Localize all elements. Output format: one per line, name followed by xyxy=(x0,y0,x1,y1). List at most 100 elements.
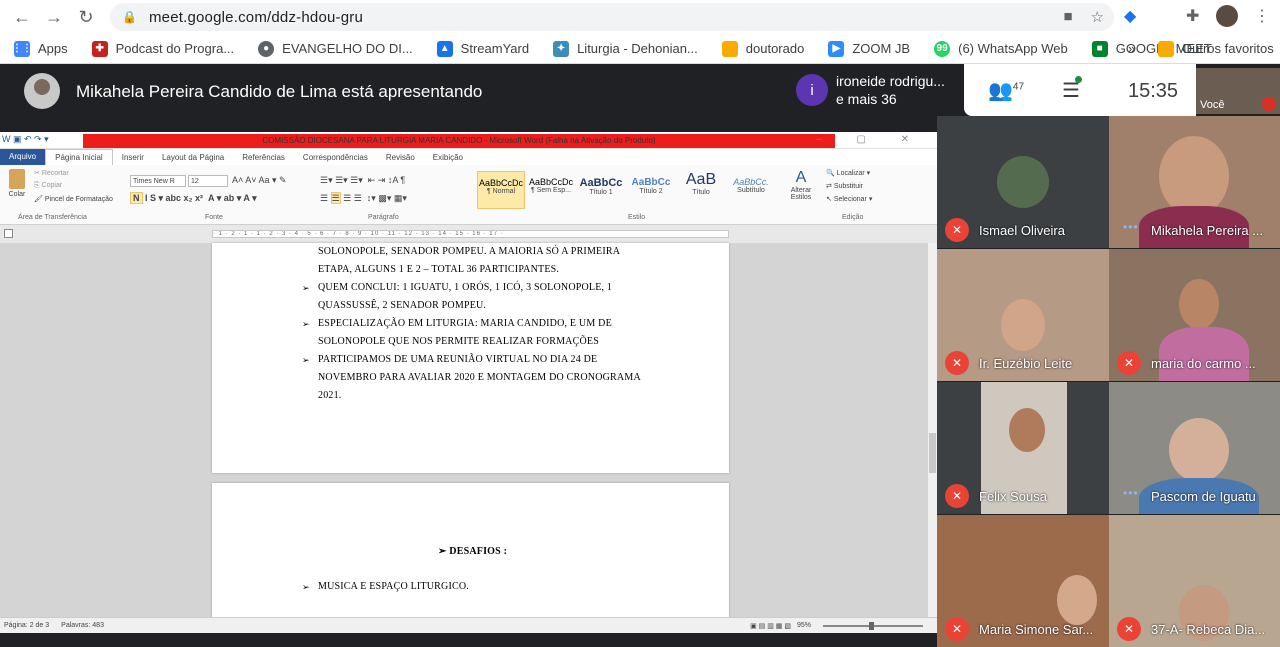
tab-exibicao[interactable]: Exibição xyxy=(424,153,472,162)
word-title-bar: W ▣ ↶ ↷ ▾ COMISSÃO DIOCESANA PARA LITURG… xyxy=(0,132,937,149)
liturgia-icon: ✦ xyxy=(553,40,570,57)
tab-pagina-inicial[interactable]: Página Inicial xyxy=(45,149,113,165)
style-titulo-2[interactable]: AaBbCc Título 2 xyxy=(627,171,675,209)
ruler[interactable]: · 1 · 2 · 1 · 1 · 2 · 3 · 4 · 5 · 6 · 7 … xyxy=(0,225,937,243)
style-sem-espacamento[interactable]: AaBbCcDc ¶ Sem Esp... xyxy=(527,171,575,209)
tab-selector[interactable] xyxy=(4,229,13,238)
mic-off-icon: ✕ xyxy=(945,484,969,508)
bookmark-liturgia[interactable]: ✦ Liturgia - Dehonian... xyxy=(553,40,698,57)
self-view-tile[interactable]: Você xyxy=(1196,68,1280,114)
scroll-thumb[interactable] xyxy=(929,433,936,473)
style-subtitulo[interactable]: AaBbCc. Subtítulo xyxy=(727,171,775,209)
browser-toolbar: ← → ↻ 🔒 meet.google.com/ddz-hdou-gru ■ ☆… xyxy=(0,0,1280,34)
zoom-icon: ▶ xyxy=(828,40,845,57)
mic-off-icon: ✕ xyxy=(945,617,969,641)
zoom-level[interactable]: 95% xyxy=(797,622,811,629)
clock: 15:35 xyxy=(1128,80,1179,102)
list-buttons[interactable]: ☰▾ ☰▾ ☰▾ ⇤ ⇥ ↕A ¶ xyxy=(320,175,405,186)
bookmarks-more-button[interactable]: » xyxy=(1128,41,1135,56)
bullet-arrow-icon: ➢ xyxy=(438,546,447,557)
chat-button[interactable]: ☰ xyxy=(1062,76,1082,103)
doc-line: QUASSUSSÊ, 2 SENADOR POMPEU. xyxy=(318,300,487,311)
address-bar[interactable]: 🔒 meet.google.com/ddz-hdou-gru ■ ☆ xyxy=(110,3,1114,31)
paste-button[interactable]: Colar xyxy=(6,169,28,198)
document-scrollbar[interactable] xyxy=(928,243,937,617)
bookmark-doutorado[interactable]: doutorado xyxy=(721,40,804,57)
align-buttons[interactable]: ☰ ☰ ☰ ☰ ↕▾ ▩▾ ▦▾ xyxy=(320,192,407,204)
extension-icon[interactable]: ◆ xyxy=(1124,6,1136,26)
mic-off-icon: ✕ xyxy=(1117,351,1141,375)
font-name-select[interactable]: Times New R xyxy=(130,175,186,187)
participant-tile[interactable]: ✕ Ismael Oliveira xyxy=(937,116,1109,248)
apps-grid-icon: ⋮⋮ xyxy=(12,40,32,57)
camera-icon[interactable]: ■ xyxy=(1063,8,1072,26)
word-count[interactable]: Palavras: 483 xyxy=(61,622,104,629)
cut-button[interactable]: ✂ Recortar xyxy=(34,169,69,177)
find-button[interactable]: 🔍 Localizar ▾ xyxy=(826,169,870,177)
back-arrow-icon[interactable]: ← xyxy=(6,0,38,34)
tab-arquivo[interactable]: Arquivo xyxy=(0,149,46,165)
styles-a-icon: A xyxy=(795,169,807,186)
tab-revisao[interactable]: Revisão xyxy=(377,153,424,162)
people-icon: 👥 xyxy=(988,80,1013,102)
participant-tile[interactable]: ✕ Felix Sousa xyxy=(937,382,1109,514)
window-buttons[interactable]: – ▢ ✕ xyxy=(816,134,925,145)
bookmark-podcast[interactable]: ✚ Podcast do Progra... xyxy=(91,40,234,57)
document-page-1[interactable]: SOLONOPOLE, SENADOR POMPEU. A MAIORIA SÓ… xyxy=(212,243,729,473)
bullet-arrow-icon: ➢ xyxy=(302,319,310,329)
font-format-buttons[interactable]: N I S ▾ abc x₂ x² A ▾ ab ▾ A ▾ xyxy=(130,192,257,204)
page-count[interactable]: Página: 2 de 3 xyxy=(4,622,49,629)
chat-icon: ☰ xyxy=(1062,80,1080,102)
style-normal[interactable]: AaBbCcDc ¶ Normal xyxy=(477,171,525,209)
bookmark-other-favorites[interactable]: Outros favoritos xyxy=(1158,40,1274,57)
tab-correspondencias[interactable]: Correspondências xyxy=(294,153,377,162)
doc-line: MUSICA E ESPAÇO LITURGICO. xyxy=(318,581,469,592)
people-button[interactable]: 👥47 xyxy=(988,78,1024,103)
puzzle-icon[interactable]: ✚ xyxy=(1186,6,1199,26)
participant-tile[interactable]: ••• Mikahela Pereira ... xyxy=(1109,116,1280,248)
replace-button[interactable]: ⇄ Substituir xyxy=(826,182,863,190)
globe-icon: ● xyxy=(258,40,275,57)
format-painter-button[interactable]: 🖌 Pincel de Formatação xyxy=(34,195,113,203)
ruler-scale: · 1 · 2 · 1 · 1 · 2 · 3 · 4 · 5 · 6 · 7 … xyxy=(212,230,729,238)
tab-referencias[interactable]: Referências xyxy=(233,153,294,162)
kebab-menu-icon[interactable]: ⋮ xyxy=(1254,6,1270,26)
participant-tile[interactable]: ••• Pascom de Iguatu xyxy=(1109,382,1280,514)
document-page-2[interactable]: ➢ DESAFIOS : ➢ MUSICA E ESPAÇO LITURGICO… xyxy=(212,483,729,623)
clipboard-group-label: Área de Transferência xyxy=(18,214,87,221)
view-buttons[interactable]: ▣ ▤ ▥ ▦ ▧ xyxy=(750,622,791,630)
ribbon-home: Colar ✂ Recortar ⎘ Copiar 🖌 Pincel de Fo… xyxy=(0,165,937,225)
doc-line: SOLONOPOLE, SENADOR POMPEU. A MAIORIA SÓ… xyxy=(318,246,621,257)
tab-inserir[interactable]: Inserir xyxy=(113,153,153,162)
font-size-select[interactable]: 12 xyxy=(188,175,228,187)
bookmark-evangelho[interactable]: ● EVANGELHO DO DI... xyxy=(258,40,413,57)
zoom-slider[interactable] xyxy=(823,621,923,630)
style-titulo[interactable]: AaB Título xyxy=(677,171,725,209)
bookmark-zoom[interactable]: ▶ ZOOM JB xyxy=(828,40,910,57)
bookmark-apps[interactable]: ⋮⋮ Apps xyxy=(12,40,68,57)
presenter-text: Mikahela Pereira Candido de Lima está ap… xyxy=(76,82,483,101)
tab-layout[interactable]: Layout da Página xyxy=(153,153,233,162)
copy-button[interactable]: ⎘ Copiar xyxy=(34,182,62,190)
forward-arrow-icon[interactable]: → xyxy=(38,0,70,34)
participant-tile[interactable]: ✕ 37-A- Rebeca Dia... xyxy=(1109,515,1280,647)
doc-line: PARTICIPAMOS DE UMA REUNIÃO VIRTUAL NO D… xyxy=(318,354,598,365)
font-grow-shrink[interactable]: A˄ A˅ Aa ▾ ✎ xyxy=(232,175,287,186)
participant-tile[interactable]: ✕ maria do carmo ... xyxy=(1109,249,1280,381)
join-notification[interactable]: i ironeide rodrigu... e mais 36 xyxy=(786,64,964,116)
reload-icon[interactable]: ↻ xyxy=(70,0,102,34)
participant-tile[interactable]: ✕ Ir. Euzébio Leite xyxy=(937,249,1109,381)
participant-grid: ✕ Ismael Oliveira ••• Mikahela Pereira .… xyxy=(937,116,1280,647)
quick-access-toolbar[interactable]: W ▣ ↶ ↷ ▾ xyxy=(2,134,49,145)
lock-icon: 🔒 xyxy=(122,10,137,24)
change-styles-button[interactable]: A Alterar Estilos xyxy=(786,169,816,201)
bookmark-whatsapp[interactable]: 99 (6) WhatsApp Web xyxy=(934,40,1068,57)
bookmark-streamyard[interactable]: ▲ StreamYard xyxy=(436,40,529,57)
participant-tile[interactable]: ✕ Maria Simone Sar... xyxy=(937,515,1109,647)
doc-line: SOLONOPOLE QUE NOS PERMITE REALIZAR FORM… xyxy=(318,336,599,347)
folder-icon xyxy=(1158,40,1174,57)
style-titulo-1[interactable]: AaBbCc Título 1 xyxy=(577,171,625,209)
select-button[interactable]: ↖ Selecionar ▾ xyxy=(826,195,872,203)
profile-avatar[interactable] xyxy=(1216,5,1238,27)
star-icon[interactable]: ☆ xyxy=(1091,8,1104,26)
